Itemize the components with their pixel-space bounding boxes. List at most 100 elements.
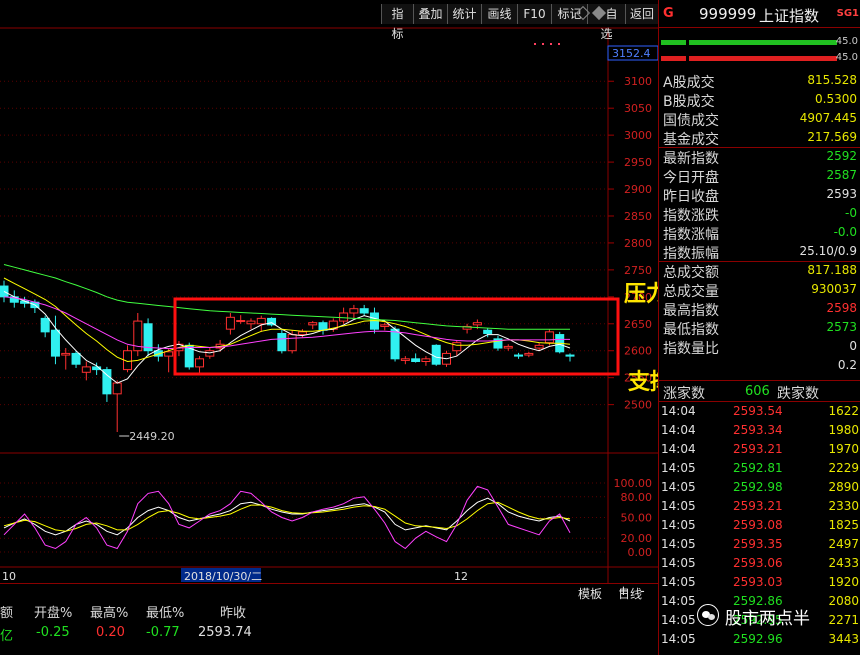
info-row: 总成交额 817.188 (661, 262, 859, 281)
ind-tick-label: 50.00 (621, 512, 653, 525)
tick-volume: 2497 (828, 537, 859, 551)
tick-price: 2592.98 (733, 480, 783, 494)
info-label: 最高指数 (663, 303, 719, 319)
ma-line (3, 296, 570, 350)
green-bar-b (689, 40, 837, 45)
candle-body (565, 354, 575, 357)
bottom-stats-table: 额 开盘% 最高% 最低% 昨收 亿 -0.25 0.20 -0.77 2593… (0, 601, 658, 655)
info-label: B股成交 (663, 94, 715, 110)
candle-body (390, 328, 400, 360)
overlay-button[interactable]: 叠加 (413, 4, 447, 24)
candle-body (514, 354, 524, 357)
stats-button[interactable]: 统计 (447, 4, 481, 24)
candle-body (544, 331, 554, 344)
row-open: -0.25 (36, 625, 70, 640)
info-value: 25.10/0.9 (799, 244, 857, 258)
row-high: 0.20 (96, 625, 125, 640)
kline-chart[interactable]: 2449.20 0.0020.00 50.00 80.00100.00 10 2018/… (0, 0, 658, 583)
low-annotation: 2449.20 (129, 430, 175, 443)
tick-row: 14:04 2593.21 1970 (659, 442, 860, 461)
panel-header: G 999999 上证指数 SG1 (659, 4, 860, 28)
zoom-out-button[interactable]: - (640, 584, 645, 599)
candle-body (225, 316, 235, 330)
tick-volume: 2271 (828, 613, 859, 627)
indicator-line (3, 497, 571, 536)
tick-price: 2593.54 (733, 404, 783, 418)
info-row: 国债成交 4907.445 (661, 110, 859, 129)
info-label: 指数振幅 (663, 246, 719, 262)
candle-body (112, 382, 122, 395)
info-row: 指数振幅 25.10/0.9 (661, 243, 859, 262)
tick-row: 14:05 2593.03 1920 (659, 575, 860, 594)
tick-time: 14:05 (661, 537, 696, 551)
f10-button[interactable]: F10 (517, 4, 551, 24)
candle-body (400, 358, 410, 361)
info-value: 2587 (826, 168, 857, 182)
candle-body (40, 317, 50, 333)
candle-body (339, 312, 349, 322)
ma-line (3, 277, 571, 363)
tick-time: 14:05 (661, 518, 696, 532)
row-lead: 亿 (0, 629, 14, 644)
tick-volume: 1622 (828, 404, 859, 418)
candle-body (483, 329, 493, 334)
candle-body (534, 344, 544, 349)
watermark-text: 股市两点半 (725, 609, 810, 629)
zoom-in-button[interactable]: + (618, 584, 629, 599)
info-value: 0 (849, 339, 857, 353)
info-value: 2593 (826, 187, 857, 201)
tick-time: 14:05 (661, 575, 696, 589)
candle-body (524, 352, 534, 356)
info-row: 基金成交 217.569 (661, 129, 859, 148)
info-value: 2573 (826, 320, 857, 334)
candle-body (256, 317, 266, 325)
info-label: 国债成交 (663, 113, 719, 129)
tick-row: 14:05 2592.96 3443 (659, 632, 860, 651)
info-label: 指数涨跌 (663, 208, 719, 224)
info-label: 指数涨幅 (663, 227, 719, 243)
candle-body (297, 331, 307, 336)
info-label: 今日开盘 (663, 170, 719, 186)
tick-price: 2593.21 (733, 442, 783, 456)
candle-body (195, 358, 205, 368)
tick-time: 14:05 (661, 461, 696, 475)
y-tick-label: 2650 (624, 318, 652, 331)
candle-body (143, 323, 153, 352)
y-tick-label: 3000 (624, 129, 652, 142)
tick-volume: 2229 (828, 461, 859, 475)
down-count-label: 跌家数 (777, 386, 819, 402)
info-label: 总成交量 (663, 284, 719, 300)
draw-line-button[interactable]: 画线 (481, 4, 517, 24)
back-button[interactable]: 返回 (625, 4, 658, 24)
stock-code: 999999 (699, 5, 757, 23)
tick-row: 14:05 2592.98 2890 (659, 480, 860, 499)
indicator-line (3, 501, 571, 532)
tick-volume: 2890 (828, 480, 859, 494)
stock-name: 上证指数 (759, 7, 820, 25)
indicator-button[interactable]: 指标 (381, 4, 413, 41)
info-value: 817.188 (807, 263, 857, 277)
candle-body (50, 329, 60, 357)
info-row: 昨日收盘 2593 (661, 186, 859, 205)
red-bar-a (661, 56, 686, 61)
header-badge: SG1 (836, 8, 859, 19)
candle-body (308, 322, 318, 326)
up-count-label: 涨家数 (663, 386, 705, 402)
y-tick-label: 2950 (624, 156, 652, 169)
candle-body (318, 322, 328, 331)
candle-body (205, 350, 215, 357)
y-tick-label: 2800 (624, 237, 652, 250)
info-row: 最低指数 2573 (661, 319, 859, 338)
y-tick-label: 2750 (624, 264, 652, 277)
tick-time: 14:05 (661, 632, 696, 646)
candle-body (452, 342, 462, 352)
template-button[interactable]: 模板 (578, 585, 602, 602)
tick-time: 14:05 (661, 499, 696, 513)
info-value: 0.5300 (815, 92, 857, 106)
y-tick-label: 3100 (624, 75, 652, 88)
tick-volume: 2330 (828, 499, 859, 513)
col-header-amount: 额 (0, 606, 14, 621)
tick-header: 涨家数 606 跌家数 (659, 380, 860, 402)
y-tick-label: 2600 (624, 345, 652, 358)
info-value: 4907.445 (799, 111, 857, 125)
